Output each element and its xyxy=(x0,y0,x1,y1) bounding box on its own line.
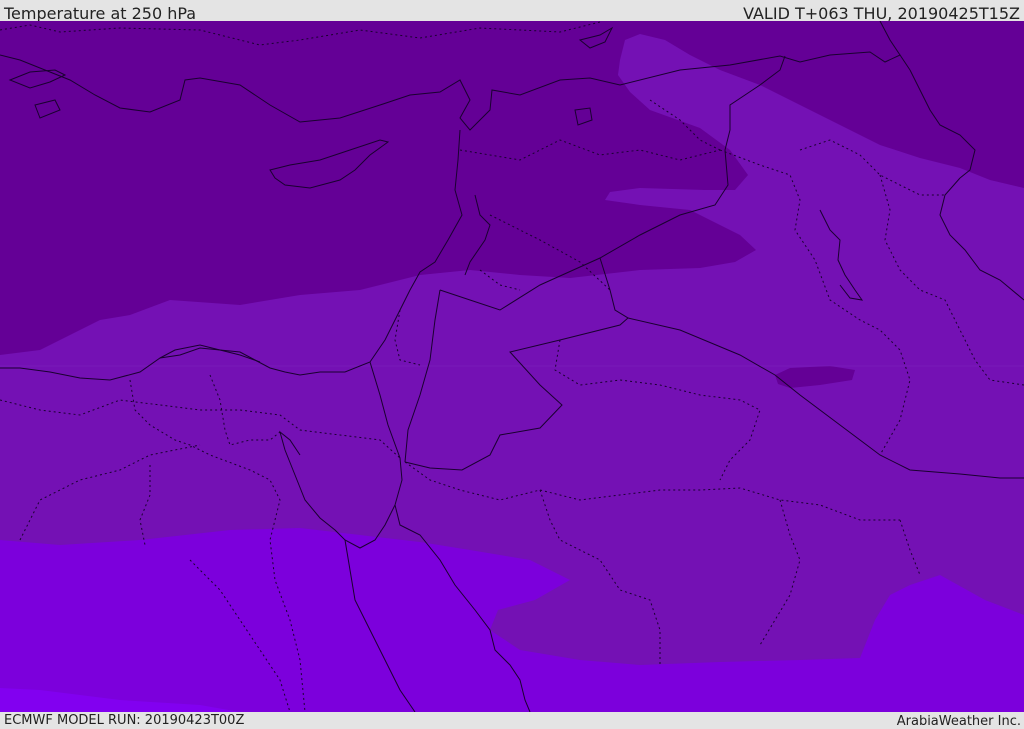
temperature-map[interactable] xyxy=(0,21,1024,712)
map-viewer: Temperature at 250 hPa VALID T+063 THU, … xyxy=(0,0,1024,729)
credit-label: ArabiaWeather Inc. xyxy=(896,714,1021,729)
map-canvas[interactable] xyxy=(0,21,1024,712)
map-footer: ECMWF MODEL RUN: 20190423T00Z ArabiaWeat… xyxy=(0,712,1024,729)
model-run-label: ECMWF MODEL RUN: 20190423T00Z xyxy=(4,713,245,728)
map-header: Temperature at 250 hPa VALID T+063 THU, … xyxy=(0,0,1024,23)
